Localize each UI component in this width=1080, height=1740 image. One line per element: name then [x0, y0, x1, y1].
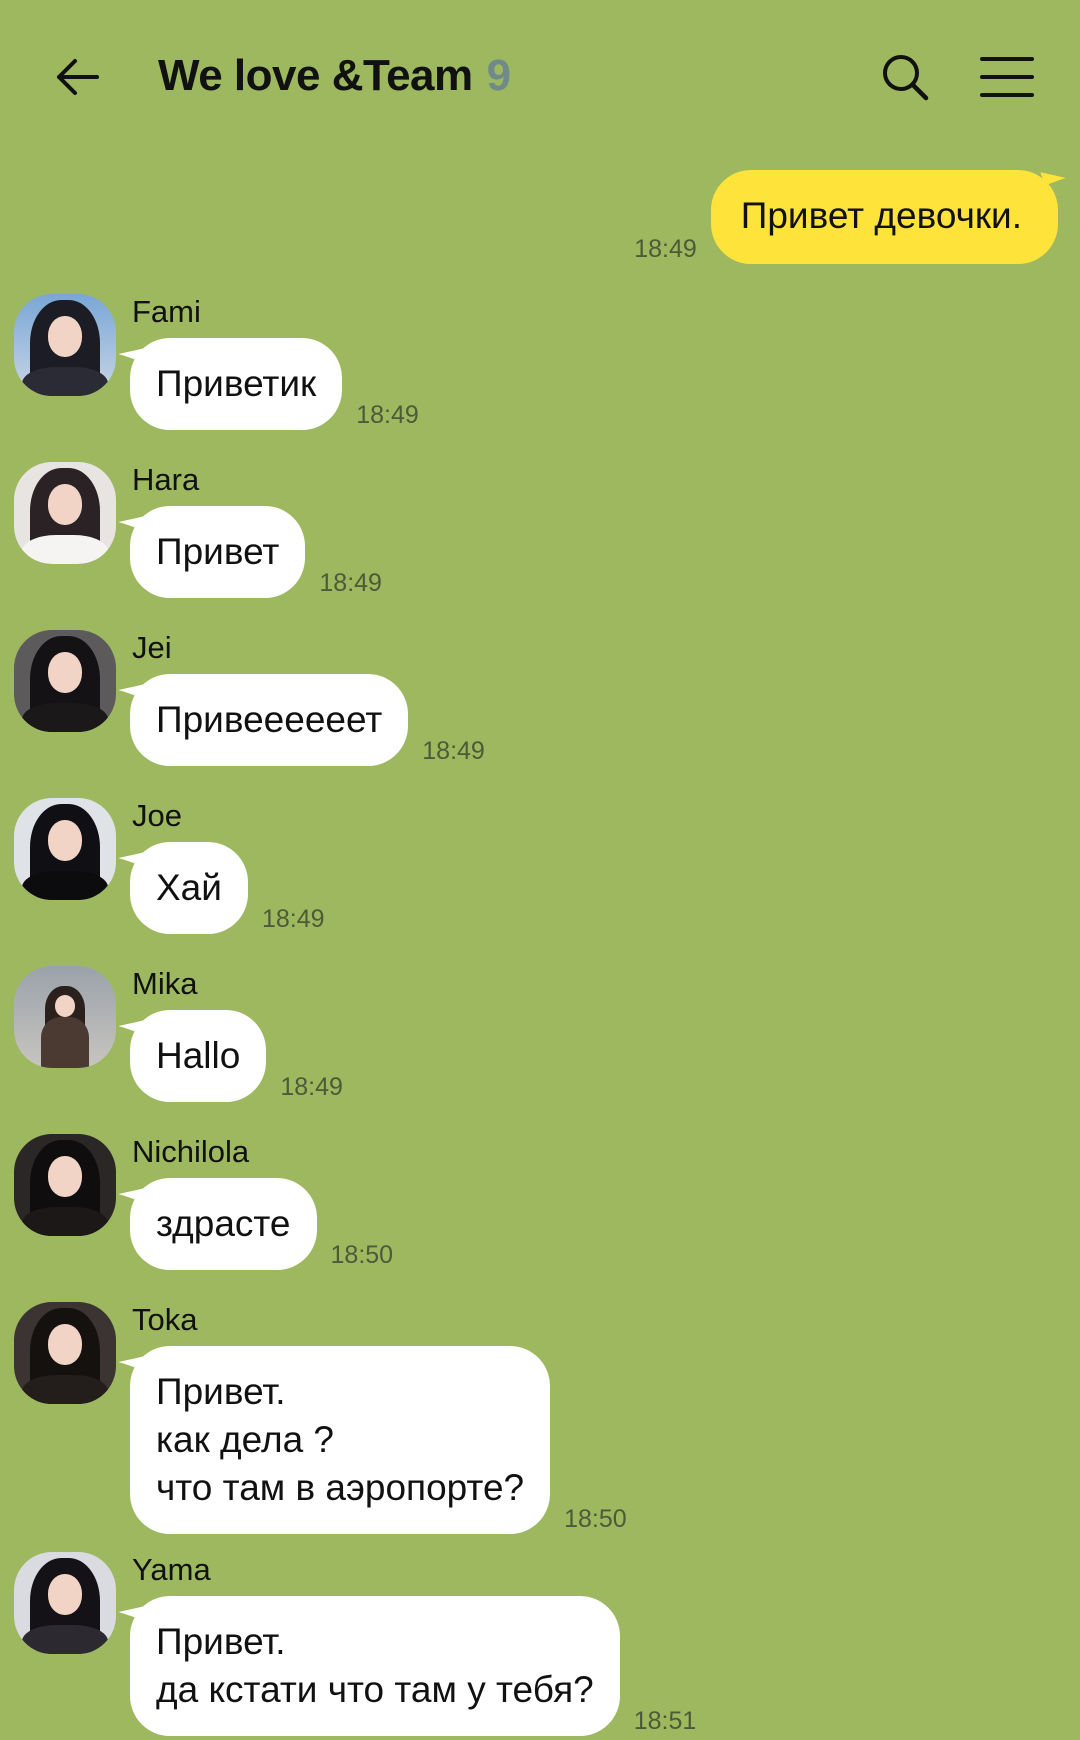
message-time: 18:50 — [564, 1505, 627, 1533]
sender-name: Toka — [132, 1302, 198, 1337]
message-time: 18:49 — [280, 1073, 343, 1101]
incoming-message: Hara Привет 18:49 — [14, 462, 382, 598]
sender-name: Yama — [132, 1552, 211, 1587]
message-time: 18:49 — [261, 905, 325, 933]
incoming-message: Toka Привет. как дела ? что там в аэропо… — [14, 1302, 627, 1534]
message-time: 18:49 — [356, 401, 419, 429]
outgoing-message: 18:49 Привет девочки. — [634, 170, 1058, 264]
message-time: 18:49 — [422, 737, 485, 765]
incoming-bubble[interactable]: Hallo — [130, 1010, 267, 1102]
incoming-message: Nichilola здрасте 18:50 — [14, 1134, 393, 1270]
message-time: 18:51 — [633, 1707, 697, 1735]
avatar[interactable] — [14, 294, 116, 396]
message-time: 18:49 — [634, 235, 697, 263]
sender-name: Jei — [132, 630, 172, 665]
incoming-bubble[interactable]: Привет. как дела ? что там в аэропорте? — [130, 1346, 551, 1534]
incoming-bubble[interactable]: Привет — [130, 506, 306, 598]
sender-name: Mika — [132, 966, 198, 1001]
sender-name: Joe — [132, 798, 182, 833]
incoming-bubble[interactable]: Приветик — [130, 338, 343, 430]
incoming-message: Jei Привеееееет 18:49 — [14, 630, 485, 766]
message-list: 18:49 Привет девочки. Fami Приветик 18:4… — [0, 0, 1080, 1740]
incoming-message: Yama Привет. да кстати что там у тебя? 1… — [14, 1552, 696, 1736]
incoming-bubble[interactable]: Привет. да кстати что там у тебя? — [130, 1596, 620, 1736]
avatar[interactable] — [14, 798, 116, 900]
sender-name: Fami — [132, 294, 201, 329]
avatar[interactable] — [14, 462, 116, 564]
outgoing-bubble[interactable]: Привет девочки. — [710, 170, 1058, 264]
sender-name: Nichilola — [132, 1134, 250, 1169]
incoming-bubble[interactable]: Хай — [130, 842, 248, 934]
incoming-message: Mika Hallo 18:49 — [14, 966, 343, 1102]
incoming-bubble[interactable]: здрасте — [130, 1178, 317, 1270]
message-time: 18:50 — [330, 1241, 394, 1269]
avatar[interactable] — [14, 1302, 116, 1404]
sender-name: Hara — [132, 462, 200, 497]
incoming-message: Joe Хай 18:49 — [14, 798, 325, 934]
incoming-bubble[interactable]: Привеееееет — [130, 674, 409, 766]
avatar[interactable] — [14, 1552, 116, 1654]
avatar[interactable] — [14, 630, 116, 732]
incoming-message: Fami Приветик 18:49 — [14, 294, 419, 430]
avatar[interactable] — [14, 1134, 116, 1236]
avatar[interactable] — [14, 966, 116, 1068]
message-time: 18:49 — [319, 569, 382, 597]
